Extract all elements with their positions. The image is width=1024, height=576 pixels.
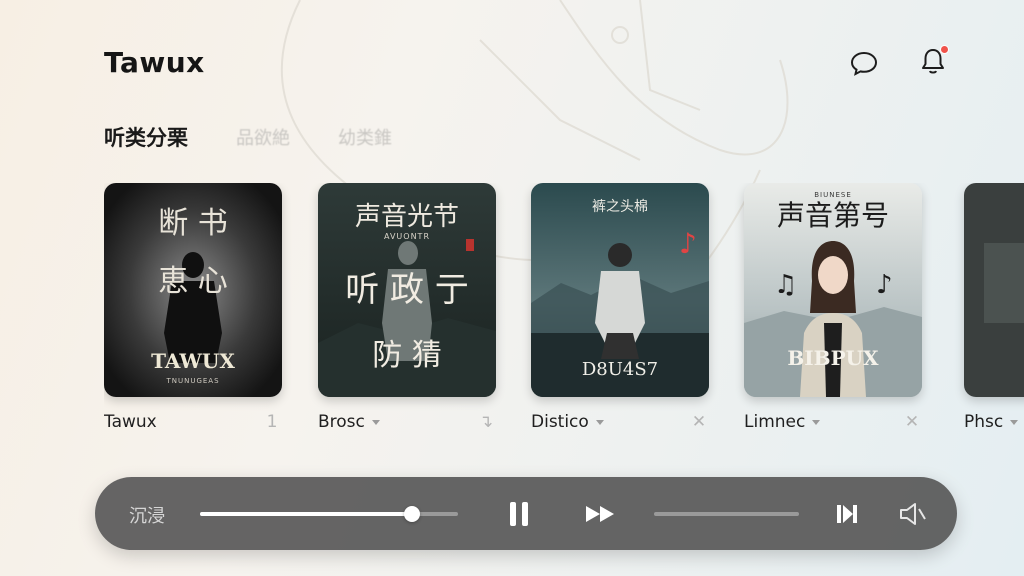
album-card[interactable]: 声音第号 BIUNESE ♫ ♪ BIBPUX Limnec ✕ xyxy=(744,183,922,433)
album-cover[interactable]: 断 书 恵 心 TAWUX TNUNUGEAS xyxy=(104,183,282,397)
player-bar: 沉浸 xyxy=(95,477,957,550)
card-title: Limnec xyxy=(744,412,806,432)
tab-third[interactable]: 幼类錐 xyxy=(338,124,392,150)
card-title: Tawux xyxy=(104,412,157,432)
notification-badge xyxy=(940,45,949,54)
music-note-icon: ♪ xyxy=(876,270,893,300)
tab-listen-category[interactable]: 听类分栗 xyxy=(104,122,188,152)
album-cover[interactable]: 裤之头棉 ♪ D8U4S7 xyxy=(531,183,709,397)
album-cover[interactable]: 声音第号 BIUNESE ♫ ♪ BIBPUX xyxy=(744,183,922,397)
album-card[interactable]: 裤之头棉 ♪ D8U4S7 Distico ✕ xyxy=(531,183,709,433)
fast-forward-icon[interactable] xyxy=(583,497,617,531)
cover-title: 裤之头棉 xyxy=(592,198,648,215)
progress-thumb[interactable] xyxy=(403,506,420,522)
music-note-icon: ♫ xyxy=(774,270,797,300)
cover-caption: BIUNESE xyxy=(814,191,852,199)
chevron-down-icon[interactable] xyxy=(812,419,821,425)
cover-title: 断 书 xyxy=(158,206,228,241)
chevron-down-icon[interactable] xyxy=(1010,419,1019,425)
cover-artist: TAWUX xyxy=(151,349,235,373)
card-title: Brosc xyxy=(318,412,365,432)
album-card[interactable]: Phsc xyxy=(964,183,1024,433)
album-cover[interactable] xyxy=(964,183,1024,397)
tab-second[interactable]: 品欲絶 xyxy=(236,124,290,150)
cover-artist: 防 猜 xyxy=(372,338,442,373)
progress-slider[interactable] xyxy=(200,506,458,522)
card-count: 1 xyxy=(266,412,278,432)
cover-caption: TNUNUGEAS xyxy=(165,377,219,385)
cover-artist: BIBPUX xyxy=(787,346,879,370)
bell-icon[interactable] xyxy=(917,45,949,77)
immersive-mode-label[interactable]: 沉浸 xyxy=(129,502,165,528)
pause-icon[interactable] xyxy=(502,497,536,531)
cover-subtitle: 恵 心 xyxy=(158,264,228,299)
music-note-icon: ♪ xyxy=(679,227,697,260)
return-icon[interactable]: ↴ xyxy=(476,412,496,432)
chevron-down-icon[interactable] xyxy=(371,419,380,425)
chevron-down-icon[interactable] xyxy=(595,419,604,425)
cover-title: 声音光节 xyxy=(355,202,459,232)
app-title: Tawux xyxy=(104,46,205,79)
speaker-icon[interactable] xyxy=(895,497,929,531)
secondary-slider[interactable] xyxy=(654,512,799,516)
album-card[interactable]: 断 书 恵 心 TAWUX TNUNUGEAS Tawux 1 xyxy=(104,183,282,433)
close-icon[interactable]: ✕ xyxy=(902,412,922,432)
card-title: Phsc xyxy=(964,412,1004,432)
album-card[interactable]: 声音光节 AVUONTR 听 政 亍 防 猜 Brosc ↴ xyxy=(318,183,496,433)
cover-caption: AVUONTR xyxy=(384,232,430,241)
category-tabs: 听类分栗 品欲絶 幼类錐 xyxy=(104,122,440,152)
cover-subtitle: 听 政 亍 xyxy=(345,270,469,310)
album-cover[interactable]: 声音光节 AVUONTR 听 政 亍 防 猜 xyxy=(318,183,496,397)
card-title: Distico xyxy=(531,412,589,432)
card-carousel: 断 书 恵 心 TAWUX TNUNUGEAS Tawux 1 声音光节 AVU… xyxy=(104,183,1024,443)
cover-artist: D8U4S7 xyxy=(582,359,658,380)
close-icon[interactable]: ✕ xyxy=(689,412,709,432)
chat-bubble-icon[interactable] xyxy=(848,47,880,79)
skip-icon[interactable] xyxy=(831,497,865,531)
cover-title: 声音第号 xyxy=(777,199,889,232)
progress-fill xyxy=(200,512,412,516)
